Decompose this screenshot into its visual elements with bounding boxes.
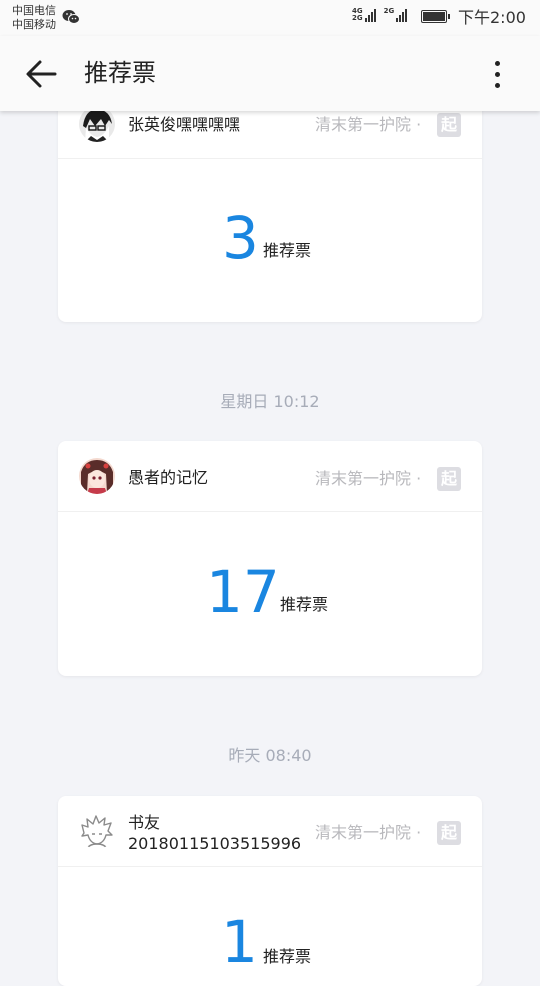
more-dot-icon [495,61,500,66]
page-title: 推荐票 [84,59,156,87]
book-title: 清末第一护院 · [315,823,422,842]
book-title: 清末第一护院 · [315,469,422,488]
card-body: 3 推荐票 [58,159,482,322]
user-name-line-1: 书友 [128,813,161,832]
user-avatar[interactable] [79,106,115,142]
ticket-count: 3 [222,204,259,272]
qidian-logo-icon: 起 [437,467,461,491]
ticket-count: 1 [221,908,258,976]
status-time: 下午2:00 [458,8,526,27]
network-label-bottom: 2G [352,14,363,22]
timestamp: 星期日 10:12 [220,392,320,411]
back-button[interactable] [22,56,62,92]
timestamp: 昨天 08:40 [228,746,312,765]
card-header: 愚者的记忆 清末第一护院 · 起 [58,441,482,512]
network-type-1: 4G 2G [352,8,363,22]
ticket-card[interactable]: 书友 20180115103515996 清末第一护院 · 起 1 推荐票 [58,796,482,986]
ticket-unit: 推荐票 [263,241,312,260]
app-bar: 推荐票 [0,36,540,111]
carrier-labels: 中国电信 中国移动 [12,4,56,32]
more-dot-icon [495,83,500,88]
user-avatar[interactable] [79,813,115,849]
card-body: 1 推荐票 [58,867,482,986]
qidian-logo-icon: 起 [437,113,461,137]
user-avatar[interactable] [79,458,115,494]
network-label-2: 2G [383,7,395,15]
ticket-unit: 推荐票 [280,595,329,614]
ticket-card[interactable]: 张英俊嘿嘿嘿嘿 清末第一护院 · 起 3 推荐票 [58,90,482,322]
user-name-line-2: 20180115103515996 [128,834,302,853]
carrier-1: 中国电信 [12,4,56,17]
qidian-logo-icon: 起 [437,821,461,845]
user-name: 愚者的记忆 [128,468,209,487]
card-header: 书友 20180115103515996 清末第一护院 · 起 [58,796,482,867]
status-bar: 中国电信 中国移动 4G 2G 2G . 下午2:00 [0,0,540,36]
ticket-card[interactable]: 愚者的记忆 清末第一护院 · 起 17 推荐票 [58,441,482,676]
book-title: 清末第一护院 · [315,115,422,134]
more-options-button[interactable] [486,56,510,92]
ticket-unit: 推荐票 [263,947,312,966]
signal-bars-2-icon [396,8,408,22]
signal-indicators: 4G 2G 2G . [352,8,413,22]
back-arrow-icon [26,60,57,88]
more-dot-icon [495,72,500,77]
user-name: 张英俊嘿嘿嘿嘿 [128,115,241,134]
wechat-icon [62,10,80,24]
battery-icon [421,10,450,23]
carrier-2: 中国移动 [12,18,56,31]
ticket-count: 17 [206,558,280,626]
network-type-2: 2G . [384,8,395,22]
avatar-image [79,458,115,494]
avatar-image [79,106,115,142]
signal-bars-1-icon [364,8,376,22]
card-body: 17 推荐票 [58,512,482,676]
avatar-image [79,813,115,849]
